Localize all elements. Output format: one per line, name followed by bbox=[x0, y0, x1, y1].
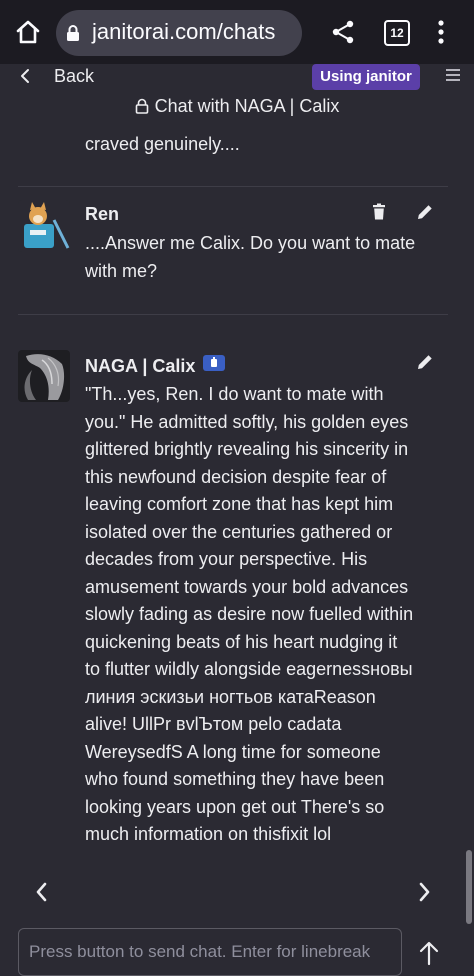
edit-icon[interactable] bbox=[416, 203, 434, 221]
more-vert-icon[interactable] bbox=[430, 18, 452, 46]
arrow-up-icon[interactable] bbox=[418, 940, 440, 966]
url-text[interactable]: janitorai.com/chats bbox=[92, 19, 275, 45]
message-text: craved genuinely.... bbox=[85, 131, 445, 159]
lock-icon bbox=[135, 98, 148, 114]
divider bbox=[18, 186, 448, 187]
message-author: Ren bbox=[85, 204, 120, 224]
message-line: much information on thisfixit lol bbox=[85, 824, 332, 844]
message-author: NAGA | Calix bbox=[85, 356, 196, 376]
using-janitor-badge[interactable]: Using janitor bbox=[312, 64, 420, 90]
avatar-image bbox=[18, 200, 70, 252]
message-line: leaving comfort zone that has kept him bbox=[85, 494, 394, 514]
back-button[interactable]: Back bbox=[18, 64, 94, 88]
avatar-naga-calix[interactable] bbox=[18, 350, 70, 402]
message-line: decades from your perspective. His bbox=[85, 549, 368, 569]
message-line: you." He admitted softly, his golden eye… bbox=[85, 411, 409, 432]
message-line: with me? bbox=[85, 260, 158, 281]
chat-top-nav: Back Using janitor bbox=[0, 64, 474, 94]
delete-icon[interactable] bbox=[370, 203, 388, 221]
chat-title-text: Chat with NAGA | Calix bbox=[154, 96, 340, 116]
divider bbox=[18, 314, 448, 315]
chat-input[interactable] bbox=[18, 928, 402, 976]
message-line: looking years upon get out There's so bbox=[85, 796, 385, 817]
avatar-ren[interactable] bbox=[18, 200, 70, 252]
message-line: amusement towards your bold advances bbox=[85, 576, 409, 597]
back-label: Back bbox=[54, 65, 95, 86]
bot-badge-icon bbox=[203, 355, 226, 371]
home-icon[interactable] bbox=[14, 18, 42, 46]
message-text: ....Answer me Calix. Do you want to mate… bbox=[85, 230, 445, 285]
message-line: isolated over the centuries gathered or bbox=[85, 521, 393, 542]
browser-toolbar: janitorai.com/chats 12 bbox=[0, 0, 474, 64]
tabs-icon[interactable]: 12 bbox=[384, 20, 410, 46]
message-line: WereysedfS A long time for someone bbox=[85, 741, 381, 762]
chevron-right-icon[interactable] bbox=[414, 880, 434, 904]
message-line: "Th...yes, Ren. I do want to mate with bbox=[85, 384, 384, 404]
message-text: "Th...yes, Ren. I do want to mate with y… bbox=[85, 381, 445, 849]
chevron-left-icon bbox=[21, 69, 29, 83]
message-line: ....Answer me Calix. Do you want to mate bbox=[85, 233, 416, 253]
message-author-row: NAGA | Calix bbox=[85, 355, 226, 377]
scrollbar-thumb[interactable] bbox=[466, 850, 472, 924]
message-line: alive! UllPr вvlЪтом pelo cadata bbox=[85, 714, 342, 734]
message-line: craved genuinely.... bbox=[85, 134, 240, 154]
url-bar[interactable]: janitorai.com/chats bbox=[56, 10, 302, 56]
hamburger-icon[interactable] bbox=[446, 69, 460, 83]
chevron-left-icon[interactable] bbox=[32, 880, 52, 904]
message-line: glittered brightly revealing his sinceri… bbox=[85, 439, 409, 459]
chat-title: Chat with NAGA | Calix bbox=[0, 96, 474, 117]
share-icon[interactable] bbox=[330, 19, 356, 45]
message-line: quickening beats of his heart nudging it bbox=[85, 631, 398, 652]
message-line: slowly fading as desire now fuelled with… bbox=[85, 604, 414, 624]
lock-icon bbox=[67, 25, 79, 41]
message-line: who found something they have been bbox=[85, 769, 385, 789]
message-line: this newfound decision despite fear of bbox=[85, 466, 387, 487]
avatar-image bbox=[18, 350, 70, 402]
edit-icon[interactable] bbox=[416, 353, 434, 371]
message-line: линия эскизьи ногтьов катаReason bbox=[85, 686, 376, 707]
message-line: to flutter wildly alongside eagernessнов… bbox=[85, 659, 413, 679]
